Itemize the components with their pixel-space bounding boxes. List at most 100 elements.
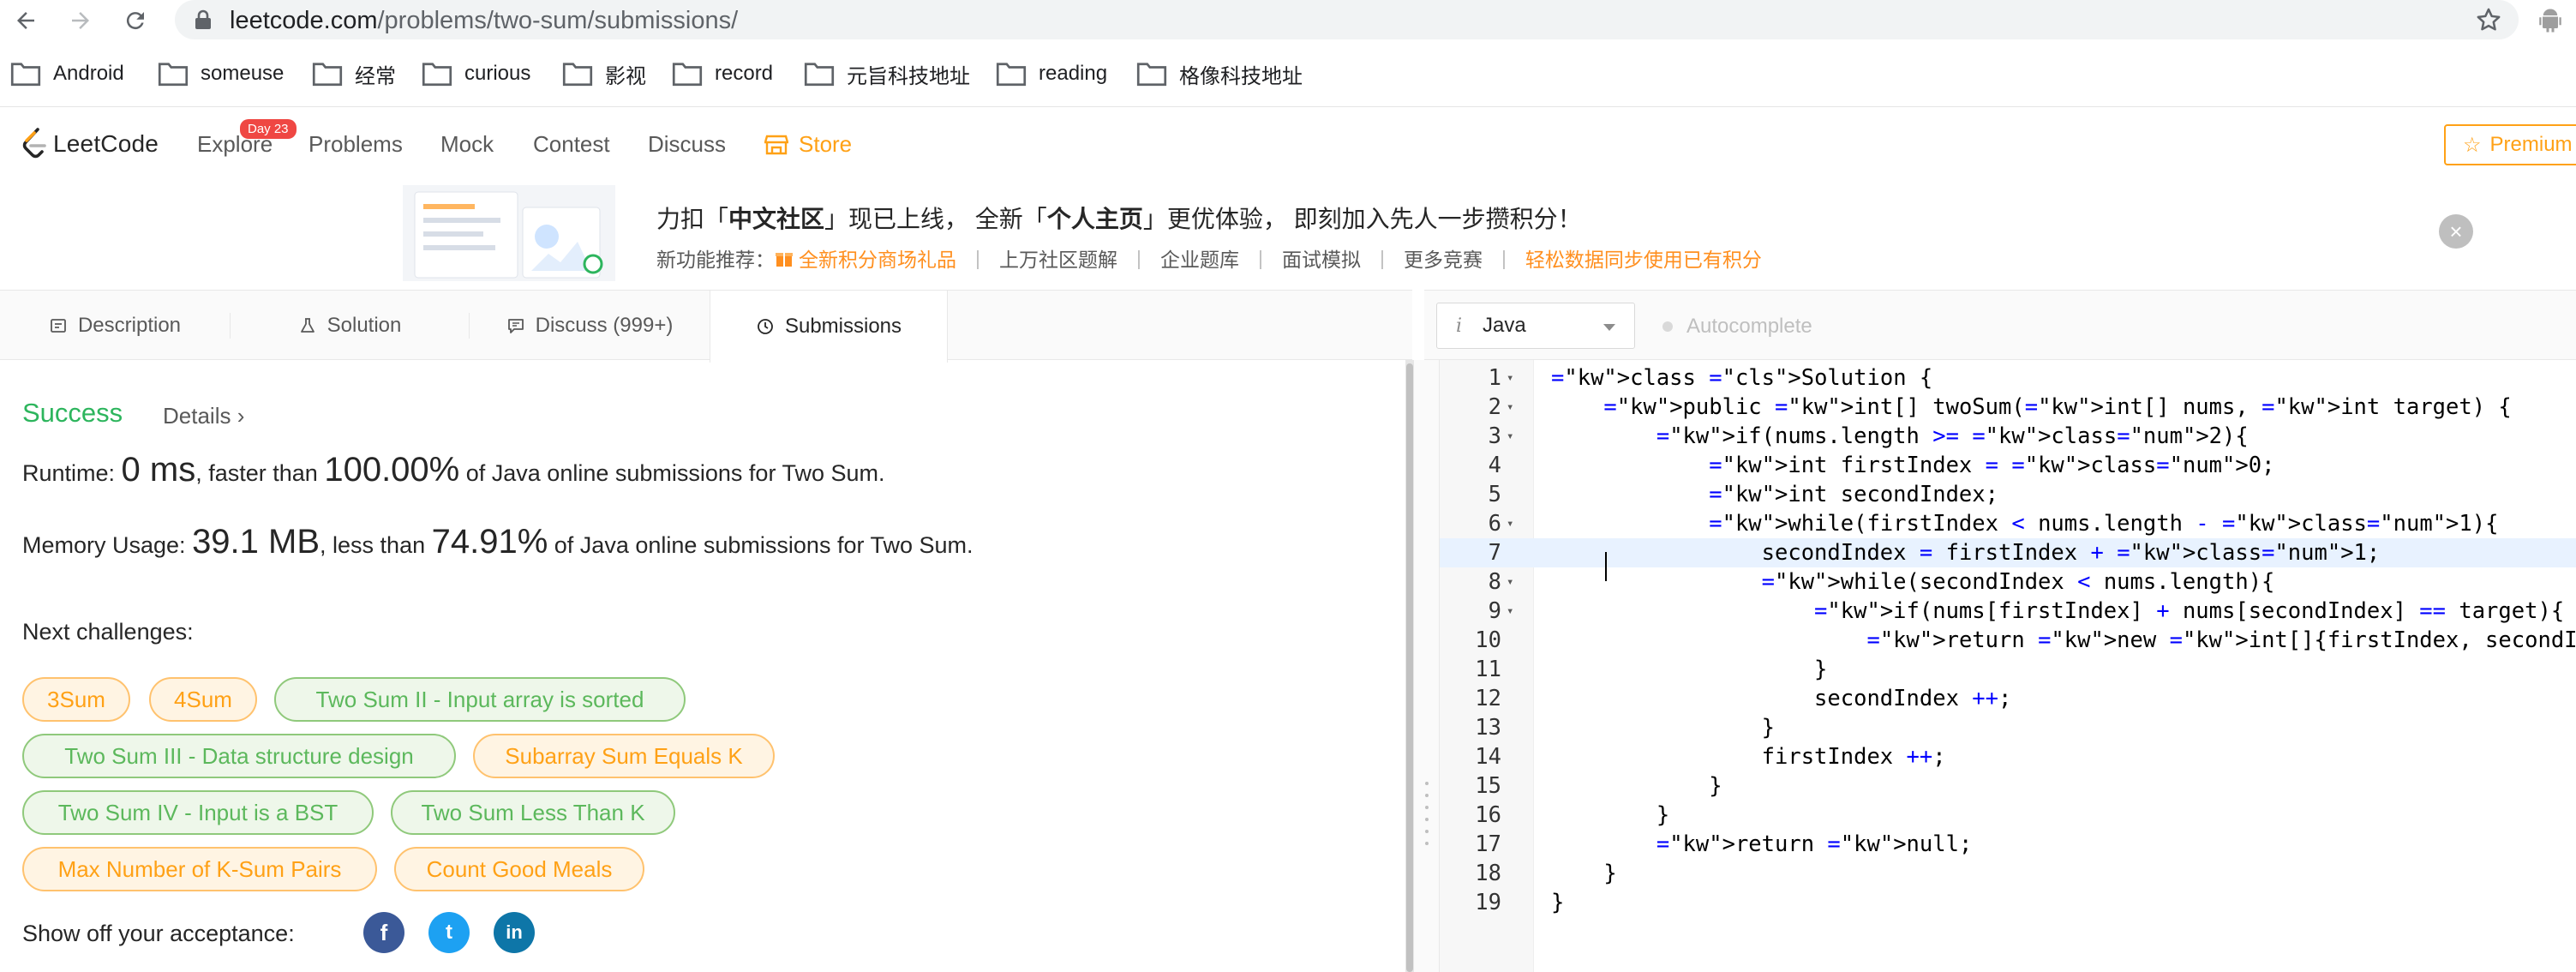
code-editor[interactable]: 1 ▾ ="kw">class ="cls">Solution {2 ▾ ="kw">… [1440,360,2576,972]
nav-problems[interactable]: Problems [309,131,403,158]
code-line[interactable]: 1 ▾ ="kw">class ="cls">Solution { [1440,363,2576,393]
code-line[interactable]: 7 secondIndex = firstIndex + ="kw">class… [1440,538,2576,567]
bookmark-folder[interactable]: Android [10,60,124,87]
fold-arrow-icon[interactable]: ▾ [1507,393,1513,422]
challenge-chip[interactable]: 3Sum [22,677,130,722]
folder-icon [10,63,41,87]
share-label: Show off your acceptance: [22,921,295,946]
code-line[interactable]: 16 } [1440,801,2576,830]
folder-icon [422,63,452,87]
code-text: } [1551,802,1670,828]
challenge-chip[interactable]: Two Sum III - Data structure design [22,734,456,778]
challenge-chip[interactable]: Two Sum II - Input array is sorted [274,677,686,722]
bookmark-folder[interactable]: 元旨科技地址 [804,60,970,88]
linkedin-share-button[interactable]: in [494,912,535,953]
nav-contest[interactable]: Contest [533,131,610,158]
nav-store[interactable]: Store [764,131,852,158]
details-link[interactable]: Details › [163,403,244,429]
challenge-chip[interactable]: Two Sum IV - Input is a BST [22,790,374,835]
code-line[interactable]: 18 } [1440,859,2576,888]
code-text: secondIndex ++; [1551,686,2012,711]
leetcode-logo[interactable]: LeetCode [19,126,159,162]
bookmark-folder[interactable]: 经常 [312,60,396,88]
line-number: 12 [1475,686,1501,711]
close-banner-button[interactable]: × [2439,214,2473,249]
fold-arrow-icon[interactable]: ▾ [1507,363,1513,393]
code-line[interactable]: 11 } [1440,655,2576,684]
forward-button[interactable] [63,3,98,38]
banner-link-sync[interactable]: 轻松数据同步使用已有积分 [1525,243,1762,273]
code-text: ="kw">int firstIndex = ="kw">class="num"… [1709,453,2275,478]
nav-discuss[interactable]: Discuss [648,131,726,158]
fold-arrow-icon[interactable]: ▾ [1507,597,1513,626]
challenge-chip[interactable]: Subarray Sum Equals K [473,734,775,778]
code-line[interactable]: 9 ▾ ="kw">if(nums[firstIndex] + nums[seco… [1440,597,2576,626]
address-bar[interactable]: leetcode.com/problems/two-sum/submission… [175,0,2519,39]
runtime-stat: Runtime: 0 ms, faster than 100.00% of Ja… [22,451,885,489]
tab-submissions[interactable]: Submissions [710,291,948,363]
challenge-chip[interactable]: Max Number of K-Sum Pairs [22,847,377,891]
folder-icon [672,63,703,87]
code-line[interactable]: 3 ▾ ="kw">if(nums.length >= ="kw">class="… [1440,422,2576,451]
code-line[interactable]: 12 secondIndex ++; [1440,684,2576,713]
code-line[interactable]: 10 ="kw">return ="kw">new ="kw">int[]{fi… [1440,626,2576,655]
code-line[interactable]: 6 ▾ ="kw">while(firstIndex < nums.length … [1440,509,2576,538]
fold-arrow-icon[interactable]: ▾ [1507,422,1513,451]
code-line[interactable]: 15 } [1440,771,2576,801]
bookmark-folder[interactable]: record [672,60,773,87]
bookmark-star-icon[interactable] [2474,5,2503,34]
tab-solution[interactable]: Solution [231,291,469,361]
code-text: ="kw">return ="kw">null; [1656,831,1973,857]
twitter-share-button[interactable]: t [428,912,470,953]
flask-icon [300,318,315,333]
code-text: ="kw">while(firstIndex < nums.length - =… [1709,511,2499,537]
challenge-chip[interactable]: Count Good Meals [394,847,644,891]
code-line[interactable]: 19} [1440,888,2576,917]
back-button[interactable] [9,3,43,38]
autocomplete-toggle[interactable]: Autocomplete [1662,315,1812,339]
fold-arrow-icon[interactable]: ▾ [1507,509,1513,538]
challenge-chip[interactable]: 4Sum [149,677,257,722]
tab-description[interactable]: Description [0,291,230,361]
code-line[interactable]: 13 } [1440,713,2576,742]
code-text: } [1551,890,1565,915]
banner-link-solutions[interactable]: 上万社区题解 [999,243,1117,273]
premium-button[interactable]: ☆ Premium [2444,124,2576,165]
nav-mock[interactable]: Mock [440,131,494,158]
bookmark-folder[interactable]: 影视 [562,60,646,88]
panel-resizer[interactable] [1414,360,1440,972]
fold-arrow-icon[interactable]: ▾ [1507,567,1513,597]
bookmark-folder[interactable]: reading [996,60,1107,87]
line-number: 9 [1488,598,1501,624]
code-line[interactable]: 5 ="kw">int secondIndex; [1440,480,2576,509]
bookmark-folder[interactable]: curious [422,60,530,87]
reload-icon [126,12,144,30]
reload-button[interactable] [118,3,153,38]
language-select[interactable]: i Java [1436,303,1635,349]
code-line[interactable]: 4 ="kw">int firstIndex = ="kw">class="nu… [1440,451,2576,480]
banner-link-contests[interactable]: 更多竞赛 [1404,243,1483,273]
facebook-share-button[interactable]: f [363,912,404,953]
code-text: ="kw">while(secondIndex < nums.length){ [1761,569,2275,595]
bookmark-folder[interactable]: someuse [158,60,284,87]
resizer-grip-dot [1425,818,1429,821]
tab-discuss[interactable]: Discuss (999+) [470,291,710,361]
banner-link-interview[interactable]: 面试模拟 [1282,243,1361,273]
resizer-grip-dot [1425,794,1429,797]
scrollbar-thumb[interactable] [1406,363,1413,972]
challenge-chip[interactable]: Two Sum Less Than K [391,790,675,835]
banner-link-company[interactable]: 企业题库 [1160,243,1239,273]
browser-toolbar: leetcode.com/problems/two-sum/submission… [0,0,2576,41]
banner-link-gifts[interactable]: 全新积分商场礼品 [775,243,956,273]
android-icon[interactable] [2535,5,2566,36]
code-line[interactable]: 2 ▾ ="kw">public ="kw">int[] twoSum(="kw"… [1440,393,2576,422]
bookmark-folder[interactable]: 格像科技地址 [1136,60,1303,88]
code-line[interactable]: 8 ▾ ="kw">while(secondIndex < nums.length… [1440,567,2576,597]
facebook-icon: f [380,919,388,945]
code-text: } [1551,715,1775,741]
code-line[interactable]: 14 firstIndex ++; [1440,742,2576,771]
code-line[interactable]: 17 ="kw">return ="kw">null; [1440,830,2576,859]
text-cursor [1605,552,1607,581]
line-number: 19 [1475,890,1501,915]
code-text: ="kw">return ="kw">new ="kw">int[]{first… [1866,627,2576,653]
